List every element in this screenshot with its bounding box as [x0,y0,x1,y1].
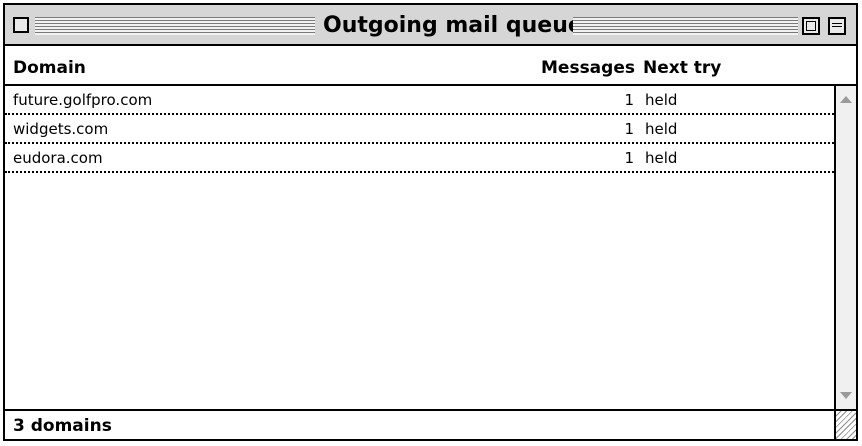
title-bar[interactable]: Outgoing mail queues [5,5,856,46]
scroll-down-arrow-icon[interactable] [840,392,852,399]
collapse-box-icon[interactable] [828,17,846,35]
messages-cell: 1 [624,149,634,167]
domain-cell: eudora.com [13,149,103,167]
window-title: Outgoing mail queues [323,13,596,38]
messages-cell: 1 [624,120,634,138]
messages-cell: 1 [624,91,634,109]
close-box-icon[interactable] [13,17,29,33]
status-bar: 3 domains [5,409,856,439]
zoom-box-icon[interactable] [802,17,820,35]
domain-column-header[interactable]: Domain [13,58,86,78]
domain-cell: future.golfpro.com [13,91,153,109]
column-header-row: Domain Messages Next try [5,46,856,86]
title-bar-stripes-right [573,17,798,35]
table-row[interactable]: eudora.com 1 held [5,144,834,173]
table-row[interactable]: future.golfpro.com 1 held [5,86,834,115]
next-try-column-header[interactable]: Next try [643,58,721,78]
next-try-cell: held [645,120,678,138]
vertical-scrollbar[interactable] [834,86,856,409]
table-row[interactable]: widgets.com 1 held [5,115,834,144]
next-try-cell: held [645,91,678,109]
scroll-up-arrow-icon[interactable] [840,96,852,103]
domain-cell: widgets.com [13,120,109,138]
outgoing-mail-queues-window: Outgoing mail queues Domain Messages Nex… [3,3,858,441]
domain-count-status: 3 domains [13,416,112,436]
messages-column-header[interactable]: Messages [541,58,635,78]
grow-box-icon[interactable] [834,411,856,439]
next-try-cell: held [645,149,678,167]
title-bar-stripes-left [35,17,315,35]
queue-list: future.golfpro.com 1 held widgets.com 1 … [5,86,834,409]
